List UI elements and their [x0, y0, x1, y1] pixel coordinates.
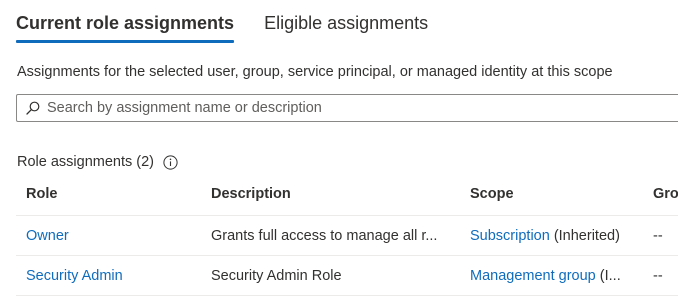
role-assignments-heading: Role assignments (2): [17, 152, 178, 172]
column-header-scope[interactable]: Scope: [460, 186, 643, 202]
tab-current-role-assignments[interactable]: Current role assignments: [16, 0, 235, 43]
column-header-group[interactable]: Gro: [643, 186, 678, 202]
role-link-security-admin[interactable]: Security Admin: [26, 268, 123, 284]
column-header-role[interactable]: Role: [16, 186, 201, 202]
scope-cell: Management group (I...: [460, 266, 643, 286]
role-assignments-count-label: Role assignments (2): [17, 154, 154, 170]
table-row: Security Admin Security Admin Role Manag…: [16, 256, 678, 296]
scope-cell: Subscription (Inherited): [460, 226, 643, 246]
table-header-row: Role Description Scope Gro: [16, 172, 678, 216]
assignments-description: Assignments for the selected user, group…: [17, 64, 613, 80]
scope-note: (Inherited): [549, 227, 620, 244]
tab-bar: Current role assignments Eligible assign…: [16, 0, 428, 44]
role-cell: Security Admin: [16, 266, 201, 286]
tab-eligible-assignments[interactable]: Eligible assignments: [264, 0, 428, 34]
scope-link-subscription[interactable]: Subscription: [470, 228, 550, 244]
search-icon: [25, 100, 41, 116]
group-cell: --: [653, 267, 663, 284]
role-assignments-table: Role Description Scope Gro Owner Grants …: [16, 172, 678, 296]
description-cell: Grants full access to manage all r...: [211, 227, 438, 244]
search-box[interactable]: [16, 94, 678, 122]
role-assignments-page: Current role assignments Eligible assign…: [0, 0, 678, 306]
role-cell: Owner: [16, 226, 201, 246]
scope-note: (I...: [595, 267, 621, 284]
description-cell: Security Admin Role: [211, 267, 342, 284]
info-icon[interactable]: [163, 154, 178, 170]
scope-link-management-group[interactable]: Management group: [470, 268, 596, 284]
group-cell: --: [653, 227, 663, 244]
search-input[interactable]: [47, 100, 647, 116]
table-row: Owner Grants full access to manage all r…: [16, 216, 678, 256]
column-header-description[interactable]: Description: [201, 186, 460, 202]
role-link-owner[interactable]: Owner: [26, 228, 69, 244]
